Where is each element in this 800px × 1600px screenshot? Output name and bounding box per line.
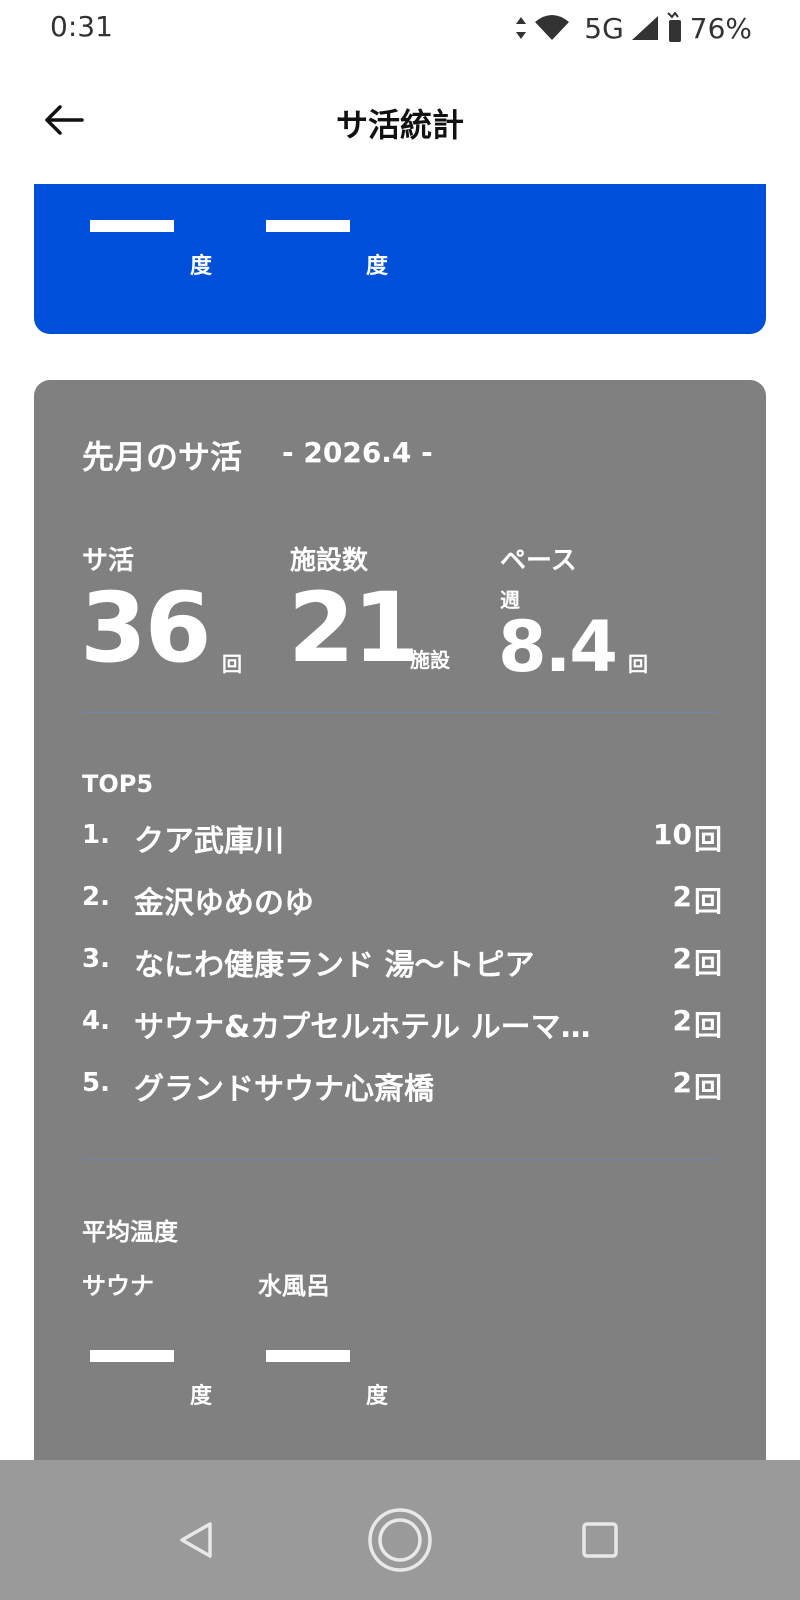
rank-number: 1. bbox=[82, 820, 110, 850]
visit-unit: 回 bbox=[693, 1009, 722, 1042]
data-arrows-icon bbox=[514, 15, 528, 41]
nav-recents-button[interactable] bbox=[564, 1506, 636, 1578]
app-bar: サ活統計 bbox=[0, 80, 800, 164]
facility-name: なにわ健康ランド 湯〜トピア bbox=[134, 948, 535, 983]
rank-number: 4. bbox=[82, 1006, 110, 1036]
network-type: 5G bbox=[584, 11, 624, 45]
visit-unit: 回 bbox=[693, 823, 722, 856]
list-item[interactable]: 5. グランドサウナ心斎橋 2 回 bbox=[82, 1064, 722, 1108]
list-item[interactable]: 1. クア武庫川 10 回 bbox=[82, 816, 722, 860]
visits-value: 36 bbox=[80, 572, 212, 684]
page-title: サ活統計 bbox=[335, 106, 464, 144]
nav-home-button[interactable] bbox=[356, 1498, 444, 1586]
status-icons: 5G 76% bbox=[514, 10, 752, 46]
temp-placeholder-dash bbox=[90, 220, 174, 232]
battery-percent: 76% bbox=[689, 11, 752, 45]
sauna-label: サウナ bbox=[82, 1272, 154, 1300]
list-item[interactable]: 4. サウナ&カプセルホテル ルーマ… 2 回 bbox=[82, 1002, 722, 1046]
visit-unit: 回 bbox=[693, 1071, 722, 1104]
rank-number: 3. bbox=[82, 944, 110, 974]
home-circle-icon bbox=[356, 1496, 444, 1588]
current-stats-card: 度 度 bbox=[34, 184, 766, 334]
battery-icon bbox=[666, 12, 684, 44]
pace-value: 8.4 bbox=[498, 606, 618, 688]
status-time: 0:31 bbox=[50, 10, 113, 43]
visits-unit: 回 bbox=[222, 652, 242, 676]
system-nav-bar bbox=[0, 1460, 800, 1600]
temp-placeholder-dash bbox=[90, 1350, 174, 1362]
facilities-value: 21 bbox=[288, 572, 420, 684]
visit-count: 2 bbox=[672, 880, 692, 913]
water-bath-label: 水風呂 bbox=[258, 1272, 330, 1300]
temp-unit: 度 bbox=[366, 254, 389, 279]
status-bar: 0:31 5G 76% bbox=[0, 0, 800, 56]
card-title: 先月のサ活 bbox=[82, 438, 243, 476]
facility-name: クア武庫川 bbox=[134, 824, 284, 859]
temp-unit: 度 bbox=[190, 254, 213, 279]
facility-name: サウナ&カプセルホテル ルーマ… bbox=[134, 1010, 591, 1045]
wifi-icon bbox=[534, 14, 570, 42]
back-triangle-icon bbox=[174, 1518, 218, 1566]
facility-name: グランドサウナ心斎橋 bbox=[134, 1072, 434, 1107]
pace-unit: 回 bbox=[628, 652, 648, 676]
visit-unit: 回 bbox=[693, 947, 722, 980]
visit-count: 2 bbox=[672, 1066, 692, 1099]
card-period: - 2026.4 - bbox=[282, 436, 433, 469]
temp-placeholder-dash bbox=[266, 220, 350, 232]
pace-label: ペース bbox=[500, 546, 577, 576]
visit-count: 2 bbox=[672, 1004, 692, 1037]
divider bbox=[82, 1158, 718, 1159]
facilities-unit: 施設 bbox=[410, 648, 450, 672]
visit-unit: 回 bbox=[693, 885, 722, 918]
signal-icon bbox=[630, 14, 660, 42]
visit-count: 10 bbox=[653, 818, 692, 851]
temp-unit: 度 bbox=[190, 1384, 213, 1409]
rank-number: 5. bbox=[82, 1068, 110, 1098]
last-month-card: 先月のサ活 - 2026.4 - サ活 36 回 施設数 21 施設 ペース 週… bbox=[34, 380, 766, 1490]
list-item[interactable]: 3. なにわ健康ランド 湯〜トピア 2 回 bbox=[82, 940, 722, 984]
avg-temp-label: 平均温度 bbox=[82, 1218, 178, 1246]
nav-back-button[interactable] bbox=[160, 1506, 232, 1578]
divider bbox=[82, 712, 718, 713]
visit-count: 2 bbox=[672, 942, 692, 975]
rank-number: 2. bbox=[82, 882, 110, 912]
temp-unit: 度 bbox=[366, 1384, 389, 1409]
list-item[interactable]: 2. 金沢ゆめのゆ 2 回 bbox=[82, 878, 722, 922]
temp-placeholder-dash bbox=[266, 1350, 350, 1362]
facility-name: 金沢ゆめのゆ bbox=[134, 886, 314, 921]
top5-label: TOP5 bbox=[82, 770, 154, 798]
recents-square-icon bbox=[578, 1518, 622, 1566]
